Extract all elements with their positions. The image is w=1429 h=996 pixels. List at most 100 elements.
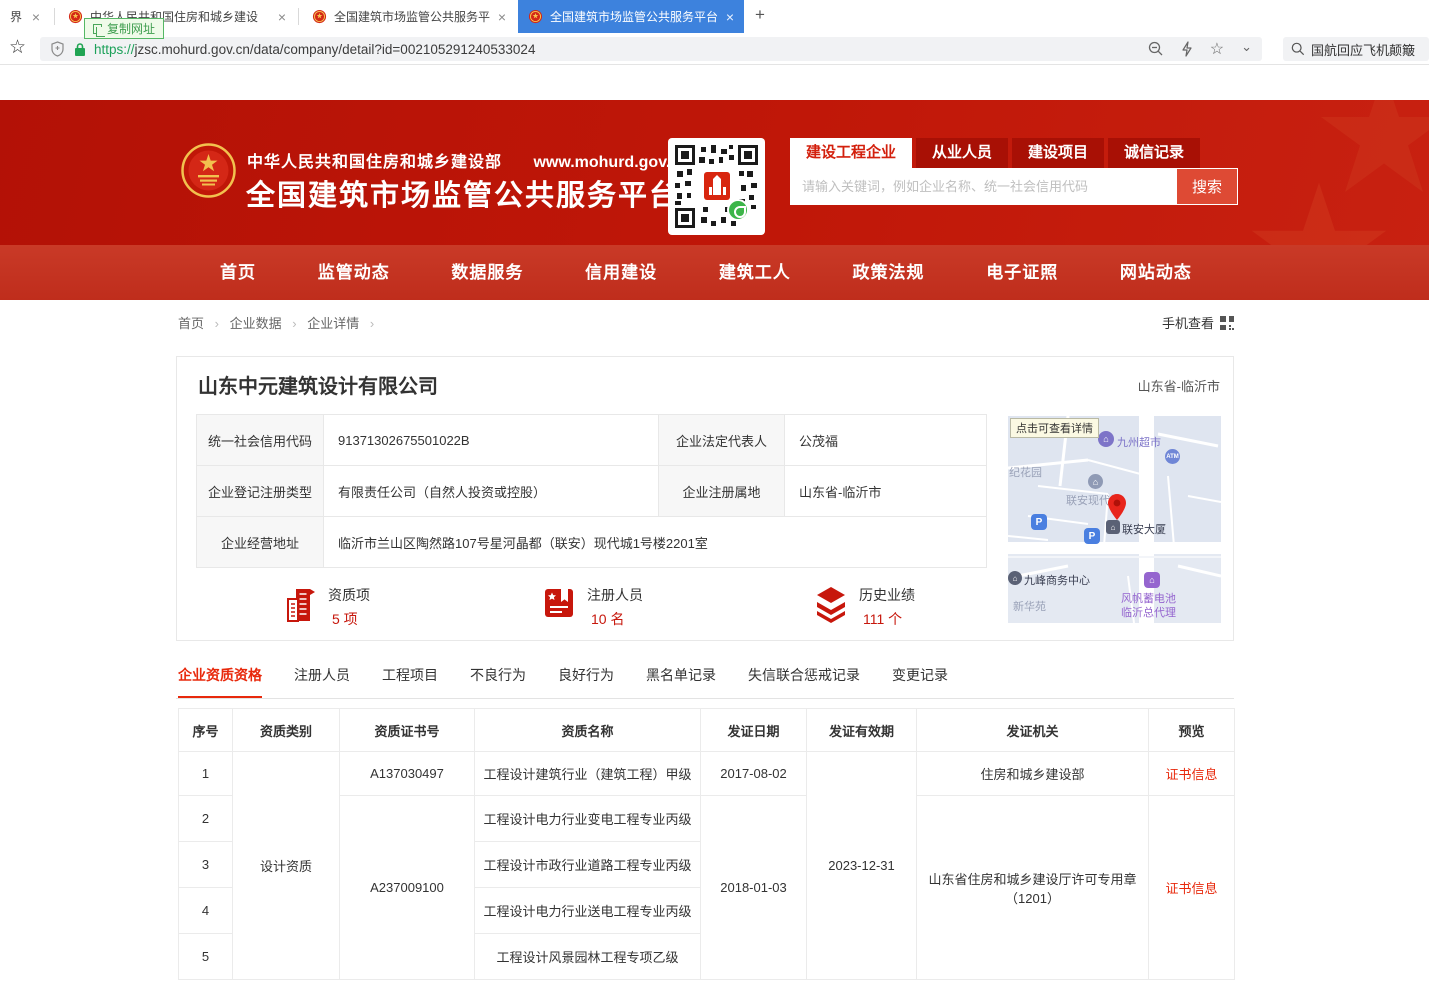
nav-data-service[interactable]: 数据服务 xyxy=(451,245,523,300)
breadcrumb-home[interactable]: 首页 xyxy=(178,313,204,332)
qual-name-cell: 工程设计电力行业送电工程专业丙级 xyxy=(475,888,701,934)
breadcrumb-separator: › xyxy=(370,316,374,331)
close-icon[interactable]: × xyxy=(278,10,286,24)
parking-label: P xyxy=(1089,531,1096,542)
emblem-favicon-icon xyxy=(528,9,543,24)
stat-qualifications[interactable]: 资质项 5 项 xyxy=(284,585,370,629)
company-region: 山东省-临沂市 xyxy=(1138,376,1220,395)
detail-tabs: 企业资质资格 注册人员 工程项目 不良行为 良好行为 黑名单记录 失信联合惩戒记… xyxy=(178,662,1234,700)
nav-credit[interactable]: 信用建设 xyxy=(585,245,657,300)
tab-good-behavior[interactable]: 良好行为 xyxy=(558,662,614,688)
stat-historical-performance[interactable]: 历史业绩 111 个 xyxy=(813,585,915,629)
stat-label: 资质项 xyxy=(328,585,370,605)
field-label: 企业法定代表人 xyxy=(659,415,785,466)
close-icon[interactable]: × xyxy=(32,10,40,24)
browser-chrome: 界 × 中华人民共和国住房和城乡建设 × 全国建筑市场监管公共服务平台 × 全国… xyxy=(0,0,1429,65)
chevron-down-icon[interactable]: ⌄ xyxy=(1241,39,1252,55)
close-icon[interactable]: × xyxy=(498,10,506,24)
search-tab-credit[interactable]: 诚信记录 xyxy=(1108,138,1200,168)
search-tab-project[interactable]: 建设项目 xyxy=(1012,138,1104,168)
flag-star-decoration xyxy=(1309,100,1429,210)
stat-label: 注册人员 xyxy=(587,585,643,605)
bookmark-star-icon[interactable]: ☆ xyxy=(9,36,26,59)
table-row: 1 设计资质 A137030497 工程设计建筑行业（建筑工程）甲级 2017-… xyxy=(179,752,1235,796)
nav-e-license[interactable]: 电子证照 xyxy=(986,245,1058,300)
tab-partial[interactable]: 界 × xyxy=(0,0,50,33)
nav-policy[interactable]: 政策法规 xyxy=(853,245,925,300)
tab-qualifications[interactable]: 企业资质资格 xyxy=(178,662,262,688)
national-emblem-icon xyxy=(180,142,237,199)
company-info-table: 统一社会信用代码 91371302675501022B 企业法定代表人 公茂福 … xyxy=(196,414,987,568)
map-label: 九峰商务中心 xyxy=(1024,572,1090,588)
breadcrumb-company-data[interactable]: 企业数据 xyxy=(230,313,282,332)
certificate-info-link[interactable]: 证书信息 xyxy=(1165,881,1217,896)
battery-poi-icon: ⌂ xyxy=(1144,572,1160,588)
search-tab-personnel[interactable]: 从业人员 xyxy=(916,138,1008,168)
ministry-url: www.mohurd.gov.cn xyxy=(533,154,689,171)
col-header: 资质证书号 xyxy=(340,709,475,752)
cert-no-cell: A237009100 xyxy=(340,796,475,980)
tab-change-records[interactable]: 变更记录 xyxy=(892,662,948,688)
map-tooltip: 点击可查看详情 xyxy=(1010,418,1099,438)
tab-divider xyxy=(54,8,55,25)
url-text: https://jzsc.mohurd.gov.cn/data/company/… xyxy=(94,42,535,57)
mobile-view-button[interactable]: 手机查看 xyxy=(1162,313,1234,332)
tab-dishonesty-records[interactable]: 失信联合惩戒记录 xyxy=(748,662,860,688)
tab-title: 全国建筑市场监管公共服务平台 xyxy=(334,8,491,25)
stat-registered-personnel[interactable]: 注册人员 10 名 xyxy=(541,585,643,629)
tab-registered-personnel[interactable]: 注册人员 xyxy=(294,662,350,688)
tab-bar: 界 × 中华人民共和国住房和城乡建设 × 全国建筑市场监管公共服务平台 × 全国… xyxy=(0,0,1429,33)
toolbar-icons: ☆ ⌄ xyxy=(1148,39,1252,59)
tab-bad-behavior[interactable]: 不良行为 xyxy=(470,662,526,688)
qual-name-cell: 工程设计建筑行业（建筑工程）甲级 xyxy=(475,752,701,796)
tab-blacklist[interactable]: 黑名单记录 xyxy=(646,662,716,688)
breadcrumb: 首页 › 企业数据 › 企业详情 › 手机查看 xyxy=(178,313,1234,337)
field-value: 临沂市兰山区陶然路107号星河晶都（联安）现代城1号楼2201室 xyxy=(324,517,987,568)
close-icon[interactable]: × xyxy=(726,10,734,24)
search-icon xyxy=(1291,42,1305,56)
lock-icon xyxy=(74,42,86,57)
authority-cell: 山东省住房和城乡建设厅许可专用章（1201） xyxy=(917,796,1149,980)
tab-jzsc-active[interactable]: 全国建筑市场监管公共服务平台 × xyxy=(518,0,744,33)
tab-projects[interactable]: 工程项目 xyxy=(382,662,438,688)
shield-icon[interactable] xyxy=(50,41,65,57)
parking-poi-icon: P xyxy=(1031,514,1047,530)
building-icon xyxy=(284,585,318,623)
lightning-icon[interactable] xyxy=(1181,41,1193,57)
company-card: 山东中元建筑设计有限公司 山东省-临沂市 统一社会信用代码 9137130267… xyxy=(176,356,1234,641)
hot-search-box[interactable]: 国航回应飞机颠簸 xyxy=(1283,37,1429,61)
nav-home[interactable]: 首页 xyxy=(220,245,256,300)
stat-value: 10 名 xyxy=(587,609,643,629)
hot-search-text: 国航回应飞机颠簸 xyxy=(1311,40,1415,59)
map-label: 临沂总代理 xyxy=(1121,604,1176,620)
favorite-star-icon[interactable]: ☆ xyxy=(1210,39,1224,59)
nav-supervision[interactable]: 监管动态 xyxy=(318,245,390,300)
search-button[interactable]: 搜索 xyxy=(1176,168,1238,205)
nav-workers[interactable]: 建筑工人 xyxy=(719,245,791,300)
breadcrumb-company-detail[interactable]: 企业详情 xyxy=(307,313,359,332)
url-path: jzsc.mohurd.gov.cn/data/company/detail?i… xyxy=(135,42,536,57)
stat-value: 5 项 xyxy=(328,609,370,629)
field-value: 91371302675501022B xyxy=(324,415,659,466)
nav-site-news[interactable]: 网站动态 xyxy=(1120,245,1192,300)
search-tab-enterprise[interactable]: 建设工程企业 xyxy=(790,138,912,168)
emblem-favicon-icon xyxy=(312,9,327,24)
location-map[interactable]: ⌂ 九州超市 ATM 纪花园 ⌂ 联安现代城 P P ⌂ 联安大厦 ⌂ 九峰商务… xyxy=(1008,416,1221,623)
tab-jzsc-1[interactable]: 全国建筑市场监管公共服务平台 × xyxy=(302,0,516,33)
address-toolbar: ☆ https://jzsc.mohurd.gov.cn/data/compan… xyxy=(0,33,1429,65)
new-tab-button[interactable]: + xyxy=(755,5,765,25)
qual-name-cell: 工程设计电力行业变电工程专业丙级 xyxy=(475,796,701,842)
certificate-info-link[interactable]: 证书信息 xyxy=(1165,767,1217,782)
seq-cell: 5 xyxy=(179,934,233,980)
authority-cell: 住房和城乡建设部 xyxy=(917,752,1149,796)
qual-name-cell: 工程设计风景园林工程专项乙级 xyxy=(475,934,701,980)
col-header: 序号 xyxy=(179,709,233,752)
url-scheme: https:// xyxy=(94,42,135,57)
keyword-search-input[interactable] xyxy=(790,168,1176,205)
business-poi-icon: ⌂ xyxy=(1008,571,1022,585)
address-bar[interactable]: https://jzsc.mohurd.gov.cn/data/company/… xyxy=(40,37,1262,61)
zoom-out-icon[interactable] xyxy=(1148,41,1164,57)
stat-label: 历史业绩 xyxy=(859,585,915,605)
tab-divider xyxy=(298,8,299,25)
search-category-tabs: 建设工程企业 从业人员 建设项目 诚信记录 xyxy=(790,138,1238,168)
